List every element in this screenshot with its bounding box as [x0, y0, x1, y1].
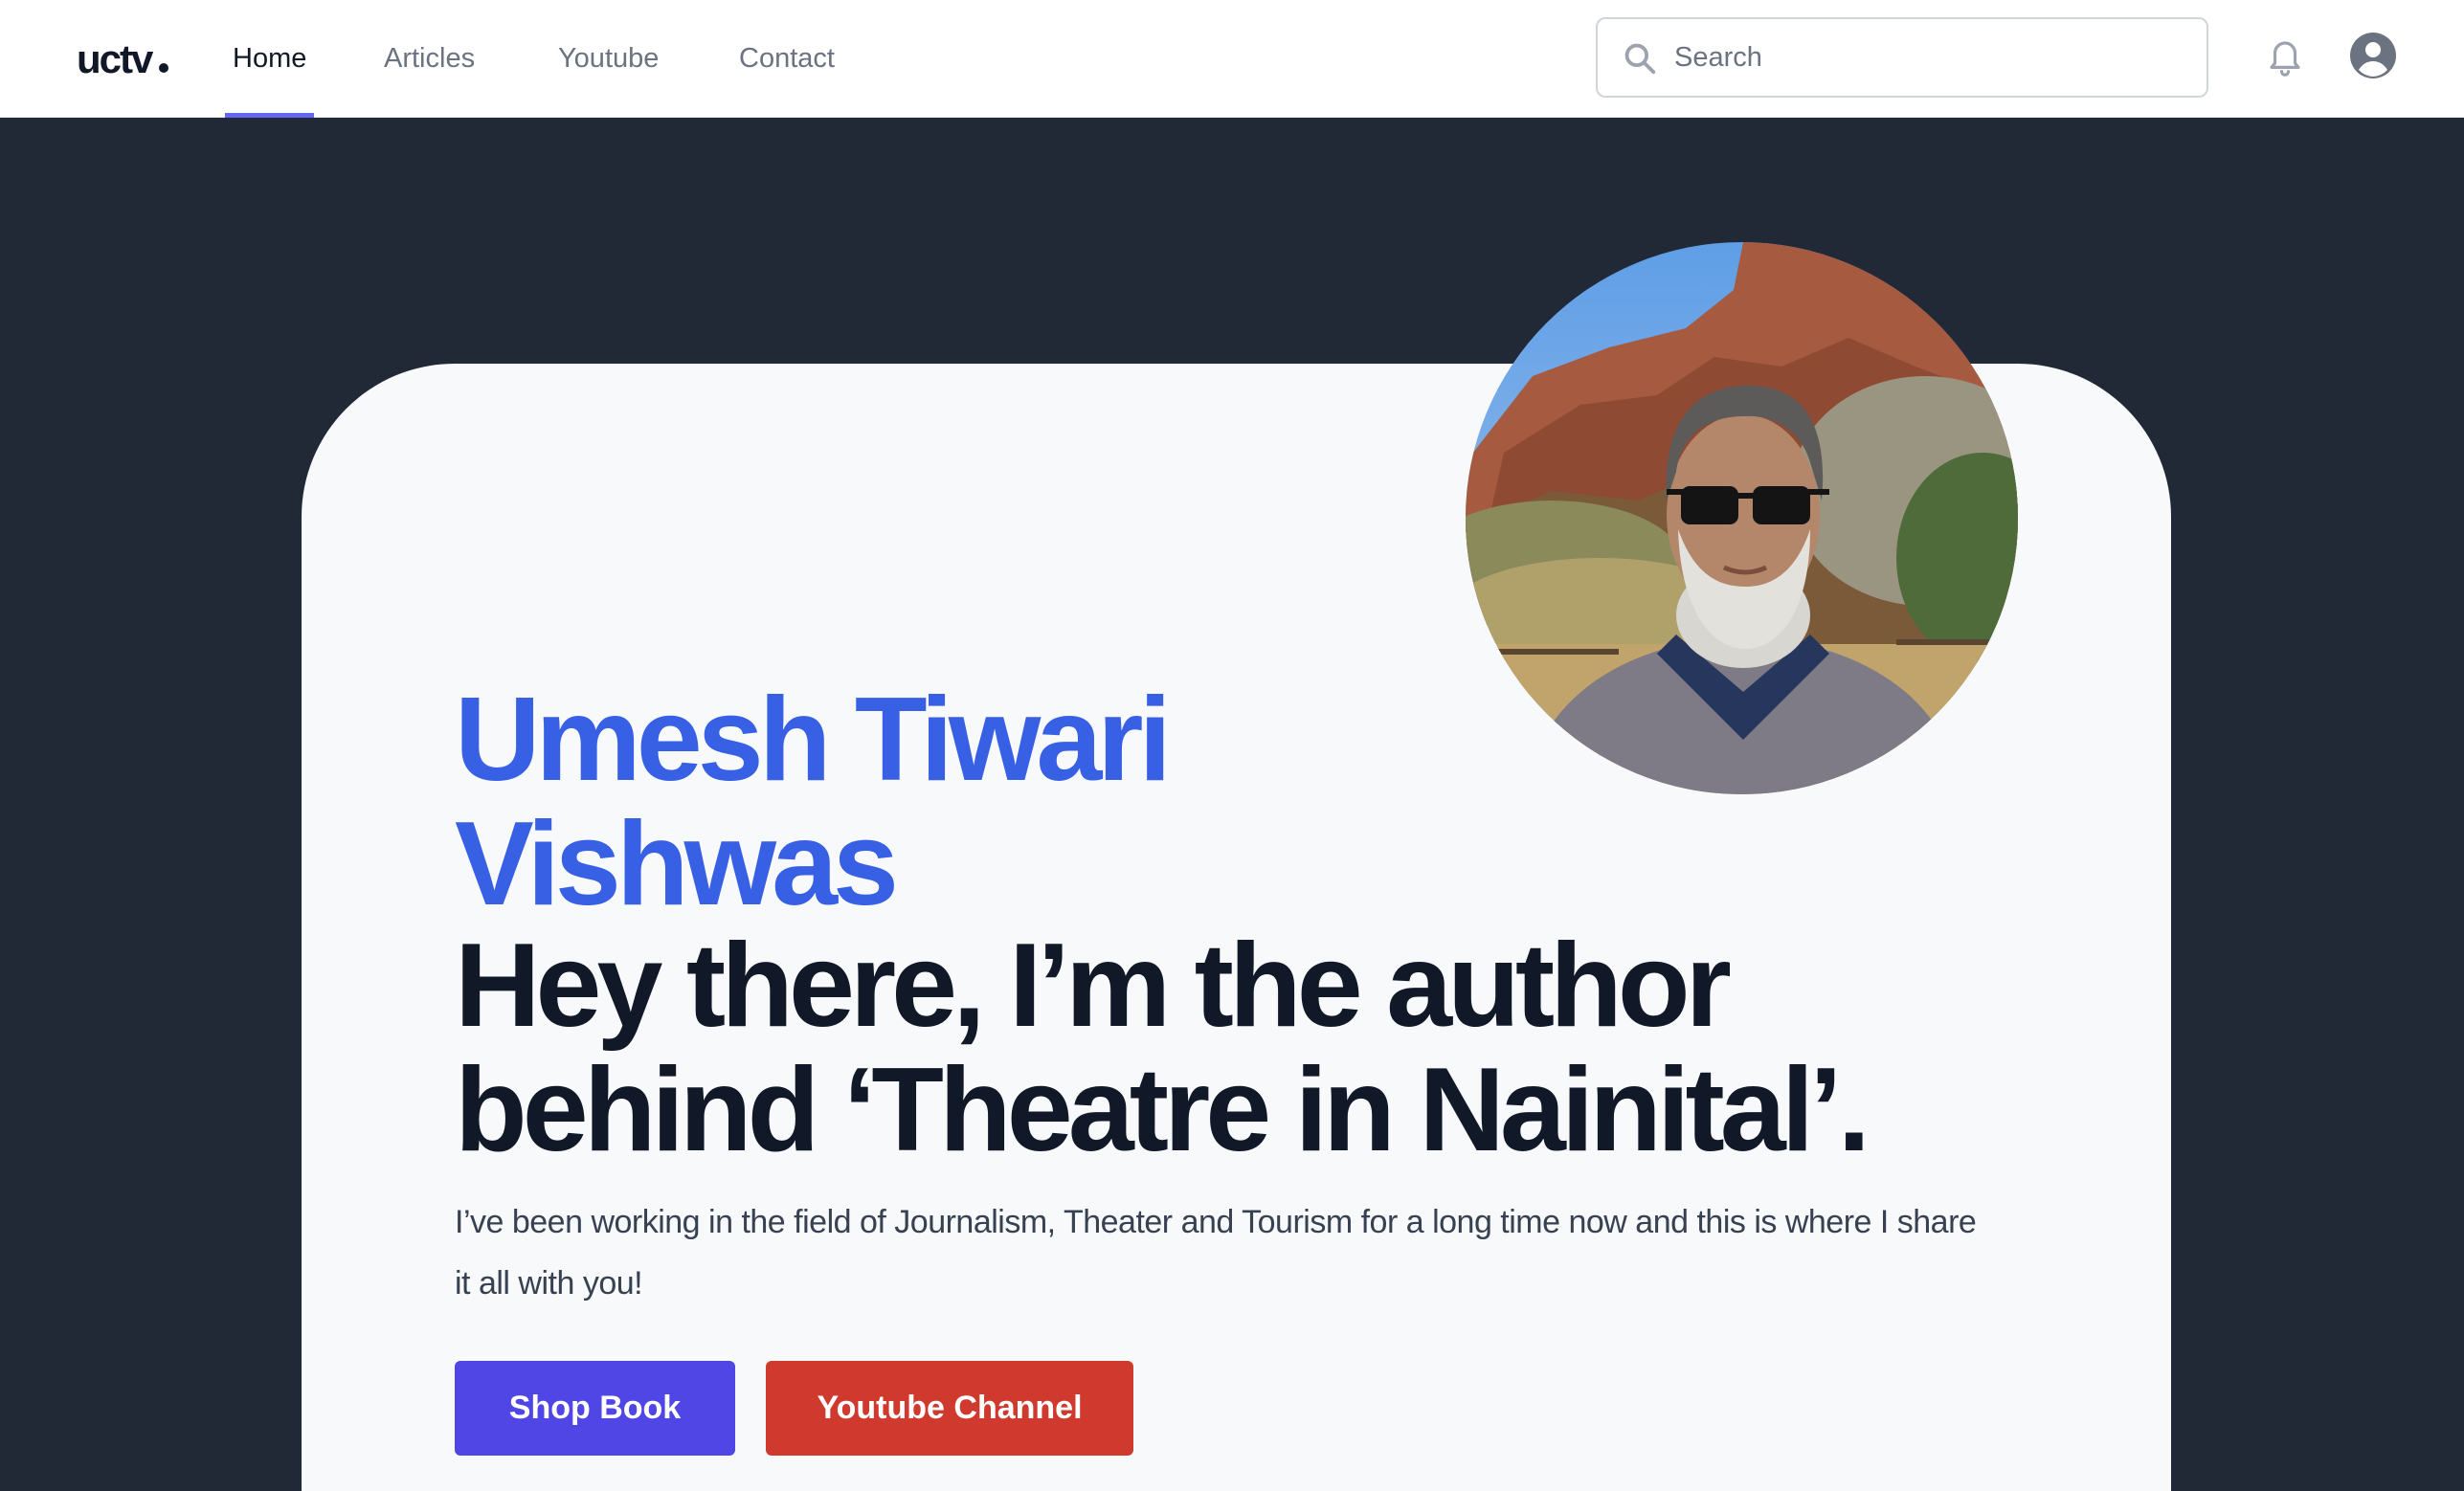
shop-book-label: Shop Book	[508, 1390, 682, 1426]
nav-active-indicator	[225, 113, 315, 118]
nav-contact[interactable]: Contact	[739, 0, 835, 118]
author-name-heading: Umesh Tiwari Vishwas	[455, 674, 1172, 930]
search-box	[1596, 17, 2208, 98]
youtube-channel-label: Youtube Channel	[817, 1390, 1083, 1426]
nav-articles[interactable]: Articles	[384, 0, 475, 118]
top-navbar: uctv Home Articles Youtube Contact	[0, 0, 2464, 118]
nav-home-label: Home	[233, 43, 307, 74]
logo-dot	[159, 63, 169, 73]
author-portrait	[1466, 242, 2018, 794]
profile-button[interactable]	[2350, 33, 2396, 78]
nav-home[interactable]: Home	[225, 0, 315, 118]
notifications-button[interactable]	[2265, 34, 2305, 78]
site-logo[interactable]: uctv	[77, 36, 169, 81]
nav-youtube-label: Youtube	[558, 43, 660, 74]
logo-text: uctv	[77, 36, 153, 81]
user-circle-icon	[2350, 33, 2396, 78]
hero-tagline: Hey there, I’m the author behind ‘Theatr…	[455, 920, 1870, 1176]
search-icon	[1624, 43, 1656, 75]
search-input[interactable]	[1674, 29, 2191, 86]
bell-icon	[2270, 41, 2300, 77]
hero-intro-text: I’ve been working in the field of Journa…	[455, 1204, 1977, 1302]
nav-articles-label: Articles	[384, 43, 476, 74]
nav-youtube[interactable]: Youtube	[558, 0, 659, 118]
nav-contact-label: Contact	[739, 43, 835, 74]
shop-book-button[interactable]: Shop Book	[455, 1361, 735, 1456]
youtube-channel-button[interactable]: Youtube Channel	[766, 1361, 1133, 1456]
